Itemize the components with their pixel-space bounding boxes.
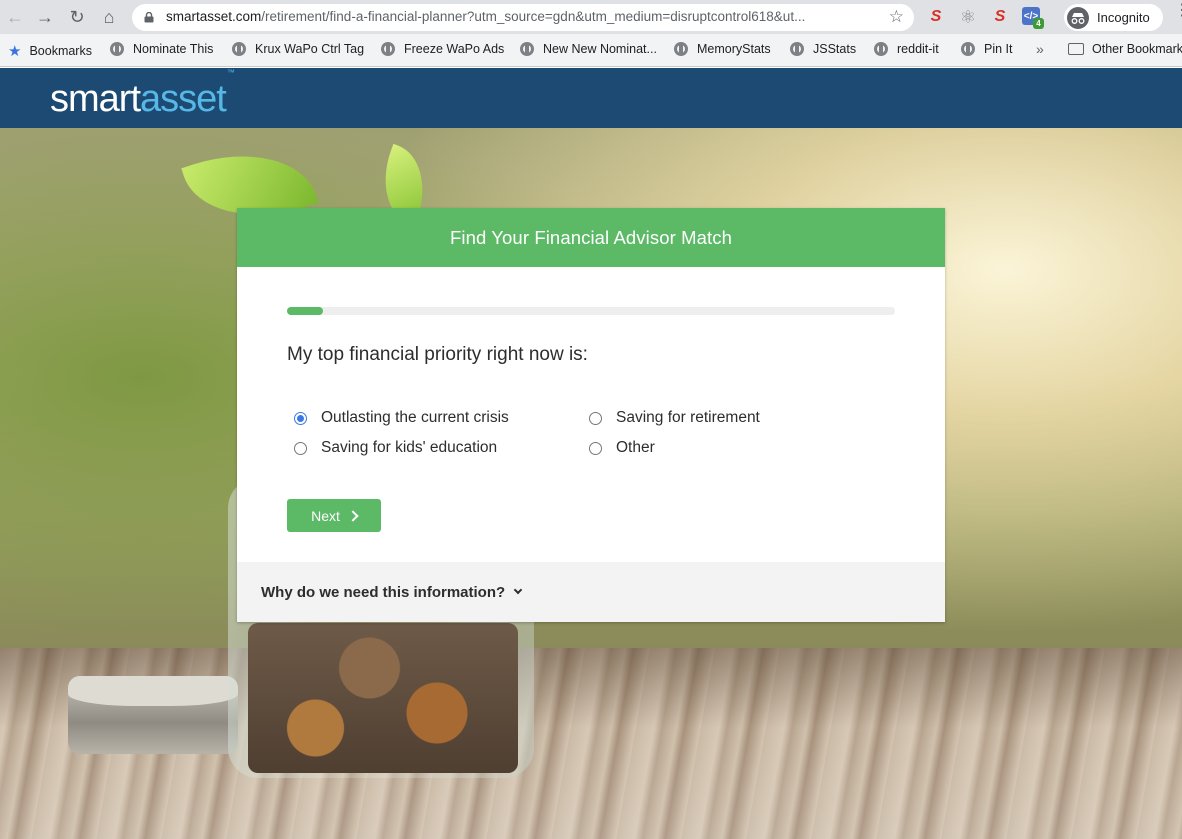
other-bookmarks-label: Other Bookmarks bbox=[1092, 42, 1182, 56]
bookmark-item[interactable]: reddit-it bbox=[874, 42, 939, 56]
menu-kebab-icon[interactable]: ⋮ bbox=[1174, 3, 1182, 19]
bookmark-item[interactable]: Nominate This bbox=[110, 42, 213, 56]
why-info-label: Why do we need this information? bbox=[261, 583, 506, 601]
lock-icon bbox=[144, 12, 154, 23]
logo-text-smart: smart bbox=[50, 78, 141, 120]
bookmark-item[interactable]: ★ Bookmarks bbox=[8, 42, 92, 60]
bookmark-item[interactable]: New New Nominat... bbox=[520, 42, 657, 56]
radio-button[interactable] bbox=[589, 411, 602, 425]
progress-bar-fill bbox=[287, 307, 324, 315]
folder-icon bbox=[1068, 43, 1084, 55]
bookmark-item[interactable]: Freeze WaPo Ads bbox=[381, 42, 504, 56]
s-extension-icon[interactable]: S bbox=[926, 7, 946, 27]
coins bbox=[248, 623, 518, 773]
option-label: Saving for kids' education bbox=[321, 439, 498, 456]
reload-icon[interactable]: ↻ bbox=[64, 4, 90, 30]
smartasset-logo[interactable]: smartasset™ bbox=[50, 68, 235, 121]
bookmark-label: New New Nominat... bbox=[543, 42, 657, 56]
bookmark-label: reddit-it bbox=[897, 42, 939, 56]
extension-badge: 4 bbox=[1033, 18, 1044, 29]
bookmark-star-icon[interactable]: ☆ bbox=[889, 7, 904, 27]
bookmarks-overflow-icon[interactable]: » bbox=[1036, 41, 1044, 57]
bookmark-label: Freeze WaPo Ads bbox=[404, 42, 505, 56]
browser-toolbar: ← → ↻ ⌂ smartasset.com/retirement/find-a… bbox=[0, 0, 1182, 34]
bookmark-label: JSStats bbox=[813, 42, 857, 56]
radio-button[interactable] bbox=[589, 441, 602, 455]
bookmarks-bar: ★ Bookmarks Nominate This Krux WaPo Ctrl … bbox=[0, 34, 1182, 67]
option-outlasting-crisis[interactable]: Outlasting the current crisis bbox=[294, 409, 509, 427]
incognito-label: Incognito bbox=[1097, 10, 1150, 25]
next-button[interactable]: Next bbox=[287, 499, 381, 532]
other-bookmarks[interactable]: Other Bookmarks bbox=[1068, 42, 1182, 56]
progress-bar bbox=[287, 307, 895, 315]
url-text: smartasset.com/retirement/find-a-financi… bbox=[166, 9, 806, 24]
site-header: smartasset™ bbox=[0, 68, 1182, 128]
card-header: Find Your Financial Advisor Match bbox=[237, 208, 945, 267]
card-title: Find Your Financial Advisor Match bbox=[450, 226, 732, 248]
address-bar[interactable]: smartasset.com/retirement/find-a-financi… bbox=[132, 4, 914, 31]
incognito-icon bbox=[1067, 6, 1089, 29]
option-label: Other bbox=[616, 439, 655, 456]
radio-button[interactable] bbox=[294, 441, 307, 455]
question-text: My top financial priority right now is: bbox=[287, 344, 588, 365]
radio-button[interactable] bbox=[294, 411, 307, 425]
logo-text-asset: asset bbox=[140, 78, 227, 120]
bookmark-item[interactable]: Pin It bbox=[961, 42, 1013, 56]
globe-icon bbox=[674, 42, 688, 56]
globe-icon bbox=[381, 42, 395, 56]
globe-icon bbox=[520, 42, 534, 56]
globe-icon bbox=[874, 42, 888, 56]
home-icon[interactable]: ⌂ bbox=[96, 4, 122, 30]
globe-icon bbox=[232, 42, 246, 56]
logo-trademark: ™ bbox=[226, 68, 235, 78]
bookmark-label: Krux WaPo Ctrl Tag bbox=[255, 42, 365, 56]
option-label: Outlasting the current crisis bbox=[321, 409, 509, 426]
option-other[interactable]: Other bbox=[589, 439, 655, 457]
bookmark-label: Nominate This bbox=[133, 42, 214, 56]
atom-extension-icon[interactable]: ⚛ bbox=[958, 7, 978, 27]
forward-arrow-icon[interactable]: → bbox=[32, 4, 58, 30]
globe-icon bbox=[790, 42, 804, 56]
star-icon: ★ bbox=[8, 43, 22, 60]
option-kids-education[interactable]: Saving for kids' education bbox=[294, 439, 497, 457]
next-label: Next bbox=[311, 507, 340, 524]
advisor-match-card: Find Your Financial Advisor Match My top… bbox=[237, 208, 945, 622]
back-arrow-icon[interactable]: ← bbox=[2, 4, 28, 30]
bookmark-label: Bookmarks bbox=[29, 44, 92, 58]
globe-icon bbox=[961, 42, 975, 56]
chevron-right-icon bbox=[347, 510, 359, 522]
s-extension-2-icon[interactable]: S bbox=[990, 7, 1010, 27]
bookmark-label: MemoryStats bbox=[697, 42, 771, 56]
bookmark-label: Pin It bbox=[984, 42, 1013, 56]
chevron-down-icon bbox=[513, 585, 523, 595]
option-label: Saving for retirement bbox=[616, 409, 760, 426]
bookmark-item[interactable]: JSStats bbox=[790, 42, 856, 56]
option-saving-retirement[interactable]: Saving for retirement bbox=[589, 409, 760, 427]
bookmark-item[interactable]: MemoryStats bbox=[674, 42, 771, 56]
code-extension-icon[interactable]: </> 4 bbox=[1022, 7, 1044, 29]
globe-icon bbox=[110, 42, 124, 56]
incognito-profile-button[interactable]: Incognito bbox=[1064, 4, 1163, 31]
jar-lid-top bbox=[68, 676, 238, 706]
bookmark-item[interactable]: Krux WaPo Ctrl Tag bbox=[232, 42, 364, 56]
why-info-toggle[interactable]: Why do we need this information? bbox=[237, 562, 945, 622]
